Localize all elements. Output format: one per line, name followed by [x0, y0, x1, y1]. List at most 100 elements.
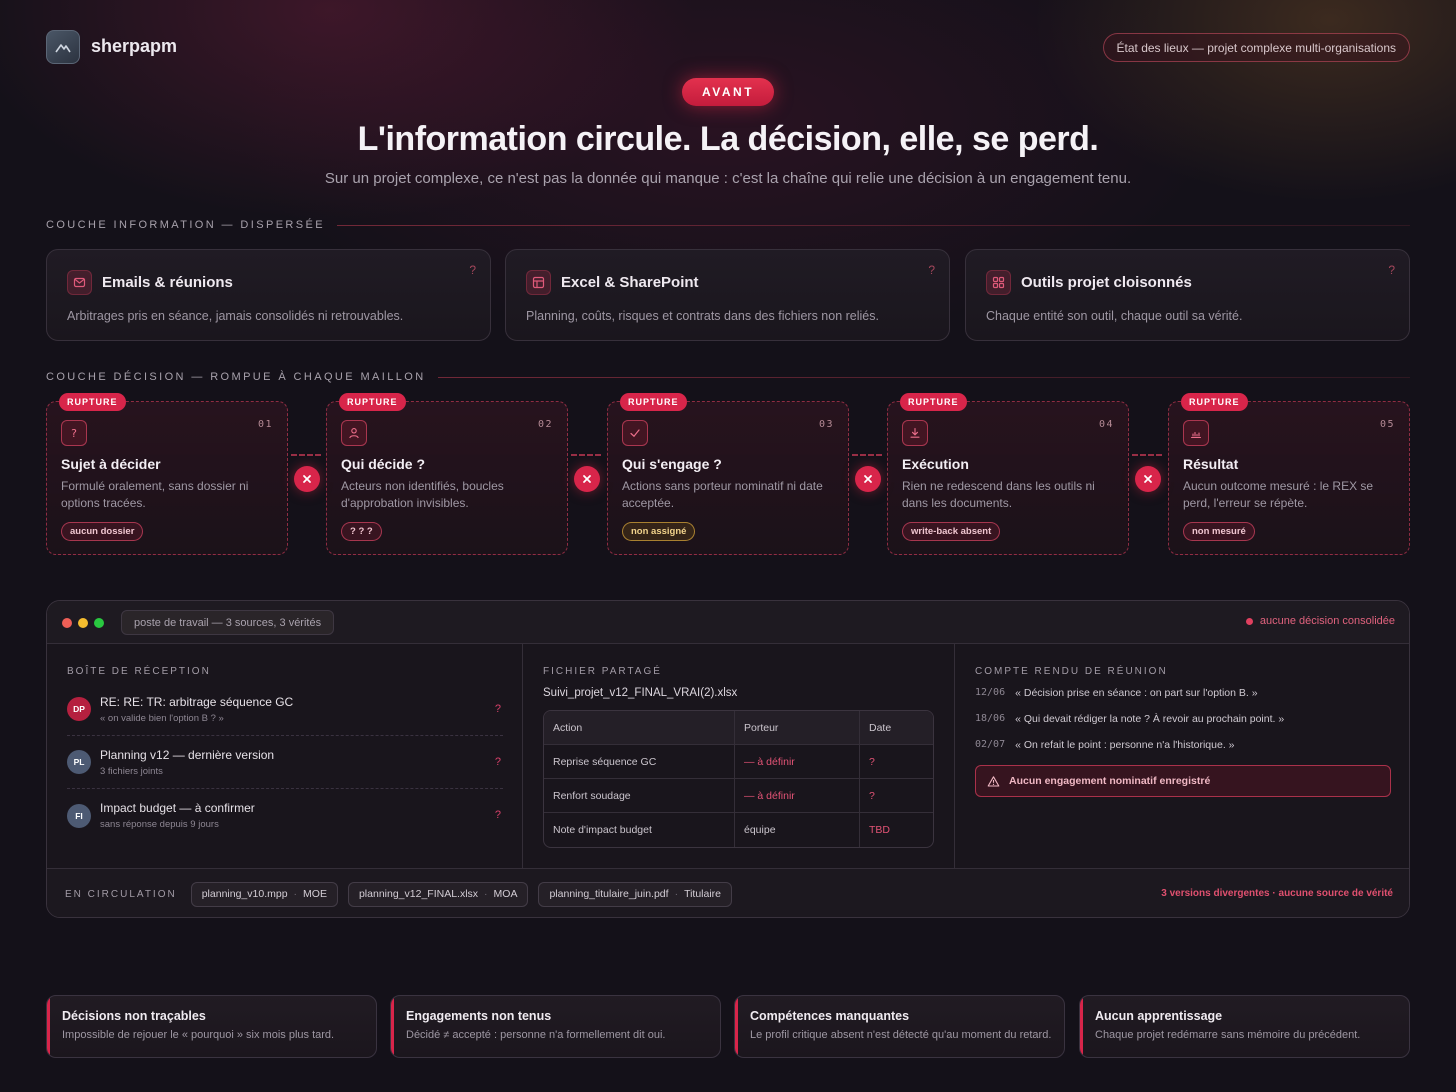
step-tag: aucun dossier [61, 522, 144, 541]
question-mark: ? [494, 703, 501, 715]
minimize-dot-icon[interactable] [78, 618, 88, 628]
warning-icon [987, 775, 1000, 787]
minutes-line: 12/06 « Décision prise en séance : on pa… [975, 687, 1258, 699]
table-row: Renfort soudage — à définir ? [544, 779, 933, 813]
list-item[interactable]: DP RE: RE: TR: arbitrage séquence GC « o… [67, 683, 503, 736]
circulation-label: EN CIRCULATION [65, 888, 177, 900]
rupture-badge: RUPTURE [1181, 393, 1248, 411]
download-icon [902, 420, 928, 446]
step-title: Sujet à décider [61, 456, 161, 472]
mail-preview: 3 fichiers joints [100, 765, 163, 777]
column-divider [522, 644, 523, 868]
list-item[interactable]: FI Impact budget — à confirmer sans répo… [67, 789, 503, 842]
list-item[interactable]: PL Planning v12 — dernière version 3 fic… [67, 736, 503, 789]
decision-step-1: RUPTURE 01 ? Sujet à décider Formulé ora… [46, 393, 288, 555]
user-icon [341, 420, 367, 446]
info-card-desc: Arbitrages pris en séance, jamais consol… [67, 309, 404, 323]
info-card-title: Outils projet cloisonnés [1021, 274, 1192, 291]
file-chip[interactable]: planning_v10.mpp · MOE [190, 881, 338, 907]
break-x-icon [294, 466, 320, 492]
table-header: Action Porteur Date [544, 711, 933, 745]
minutes-label: COMPTE RENDU DE RÉUNION [975, 666, 1168, 677]
info-card-desc: Planning, coûts, risques et contrats dan… [526, 309, 879, 323]
step-title: Exécution [902, 456, 969, 472]
mail-preview: sans réponse depuis 9 jours [100, 819, 219, 830]
consequence-card: Compétences manquantes Le profil critiqu… [734, 995, 1065, 1058]
consequence-title: Compétences manquantes [750, 1009, 910, 1023]
no-commitment-alert: Aucun engagement nominatif enregistré [975, 765, 1391, 797]
inbox-label: BOÎTE DE RÉCEPTION [67, 666, 211, 677]
broken-link [852, 454, 882, 456]
step-tag: write-back absent [902, 522, 1001, 541]
close-dot-icon[interactable] [62, 618, 72, 628]
avatar: DP [67, 697, 91, 721]
avatar: PL [67, 750, 91, 774]
window-title: poste de travail — 3 sources, 3 vérités [121, 610, 335, 635]
page-subtitle: Sur un projet complexe, ce n'est pas la … [324, 170, 1132, 187]
consequence-card: Aucun apprentissage Chaque projet redéma… [1079, 995, 1410, 1058]
step-number: 03 [818, 419, 834, 430]
step-desc: Aucun outcome mesuré : le REX se perd, l… [1183, 479, 1374, 510]
decision-step-4: RUPTURE 04 Exécution Rien ne redescend d… [887, 393, 1129, 555]
shared-file-label: FICHIER PARTAGÉ [543, 666, 662, 677]
step-title: Résultat [1183, 456, 1239, 472]
step-number: 04 [1098, 419, 1114, 430]
minutes-line: 18/06 « Qui devait rédiger la note ? À r… [975, 713, 1285, 725]
workspace-window: poste de travail — 3 sources, 3 vérités … [46, 600, 1410, 918]
consequence-title: Aucun apprentissage [1095, 1009, 1223, 1023]
step-desc: Formulé oralement, sans dossier ni optio… [61, 479, 249, 510]
avant-badge: AVANT [682, 78, 774, 106]
mail-icon [67, 270, 92, 295]
step-number: 02 [537, 419, 553, 430]
break-x-icon [574, 466, 600, 492]
consequence-desc: Chaque projet redémarre sans mémoire du … [1095, 1029, 1361, 1041]
mail-subject: Impact budget — à confirmer [100, 801, 255, 815]
break-x-icon [1135, 466, 1161, 492]
info-layer-label: COUCHE INFORMATION — DISPERSÉE [46, 219, 1410, 231]
mail-subject: RE: RE: TR: arbitrage séquence GC [100, 694, 294, 709]
step-title: Qui décide ? [341, 456, 426, 472]
step-desc: Acteurs non identifiés, boucles d'approb… [341, 479, 504, 510]
mail-subject: Planning v12 — dernière version [100, 747, 275, 762]
decision-layer-label: COUCHE DÉCISION — ROMPUE À CHAQUE MAILLO… [46, 371, 1410, 383]
info-card-tools: Outils projet cloisonnés Chaque entité s… [965, 249, 1410, 341]
info-card-title: Excel & SharePoint [561, 274, 699, 291]
maximize-dot-icon[interactable] [94, 618, 104, 628]
check-icon [622, 420, 648, 446]
logo-mark [46, 30, 80, 64]
mail-preview: « on valide bien l'option B ? » [100, 712, 224, 724]
avatar: FI [67, 803, 91, 828]
question-mark: ? [928, 263, 935, 277]
info-card-title: Emails & réunions [102, 274, 233, 291]
info-card-desc: Chaque entité son outil, chaque outil sa… [986, 309, 1243, 323]
question-mark: ? [494, 756, 501, 768]
consequence-desc: Le profil critique absent n'est détecté … [750, 1029, 1052, 1041]
minutes-line: 02/07 « On refait le point : personne n'… [975, 739, 1235, 751]
decision-step-3: RUPTURE 03 Qui s'engage ? Actions sans p… [607, 393, 849, 555]
minutes-panel: COMPTE RENDU DE RÉUNION 12/06 « Décision… [975, 644, 1391, 868]
column-divider [954, 644, 955, 868]
status-dot-icon [1245, 617, 1253, 625]
step-title: Qui s'engage ? [622, 456, 722, 472]
decision-step-2: RUPTURE 02 Qui décide ? Acteurs non iden… [326, 393, 568, 555]
spreadsheet-icon [526, 270, 551, 295]
consequence-card: Engagements non tenus Décidé ≠ accepté :… [390, 995, 721, 1058]
question-mark: ? [469, 263, 476, 277]
table-row: Note d'impact budget équipe TBD [544, 813, 933, 847]
rupture-badge: RUPTURE [900, 393, 967, 411]
file-chip[interactable]: planning_v12_FINAL.xlsx · MOA [347, 881, 529, 907]
info-card-emails: Emails & réunions Arbitrages pris en séa… [46, 249, 491, 341]
rupture-badge: RUPTURE [59, 393, 126, 411]
step-tag: ? ? ? [341, 522, 382, 541]
break-x-icon [855, 466, 881, 492]
circulation-bar: EN CIRCULATION planning_v10.mpp · MOE pl… [47, 868, 1409, 917]
file-chip[interactable]: planning_titulaire_juin.pdf · Titulaire [538, 881, 733, 907]
table-row: Reprise séquence GC — à définir ? [544, 745, 933, 779]
file-name[interactable]: Suivi_projet_v12_FINAL_VRAI(2).xlsx [543, 687, 943, 699]
step-desc: Rien ne redescend dans les outils ni dan… [902, 479, 1095, 510]
status-indicator: aucune décision consolidée [1245, 615, 1395, 627]
question-mark: ? [494, 809, 501, 821]
decision-step-5: RUPTURE 05 Résultat Aucun outcome mesuré… [1168, 393, 1410, 555]
step-desc: Actions sans porteur nominatif ni date a… [622, 479, 823, 510]
shared-file-panel: FICHIER PARTAGÉ Suivi_projet_v12_FINAL_V… [543, 644, 943, 868]
